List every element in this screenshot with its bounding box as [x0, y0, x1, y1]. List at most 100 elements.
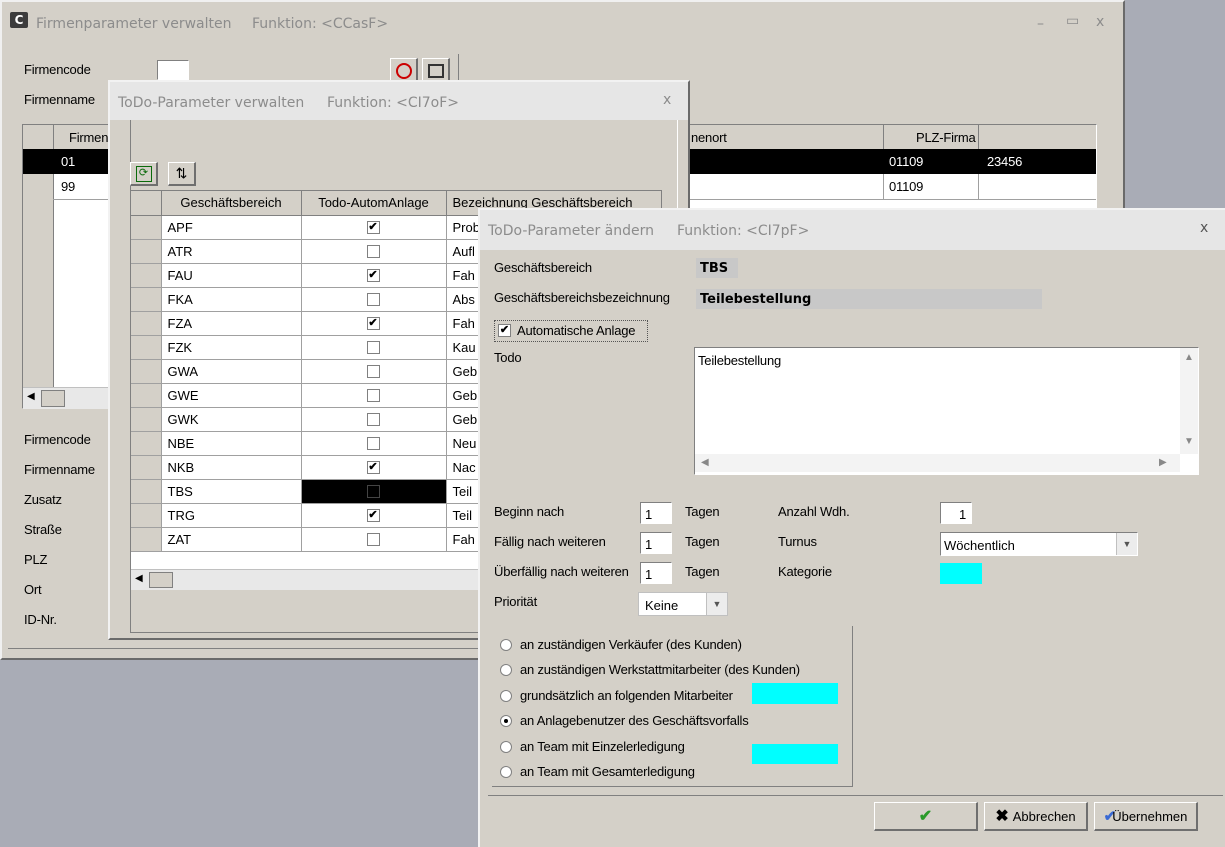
radio-button-icon[interactable] — [500, 740, 512, 753]
todo-autom-cell[interactable] — [301, 407, 447, 432]
row-indicator[interactable] — [131, 335, 162, 360]
minimize-icon[interactable]: – — [1037, 16, 1044, 32]
col-ort-header[interactable]: nenort — [691, 130, 727, 145]
recipient-radio-option[interactable]: an zuständigen Werkstattmitarbeiter (des… — [500, 661, 800, 679]
horizontal-scrollbar[interactable]: ◀ ▶ — [695, 454, 1180, 472]
geschaeftsbereich-cell: TRG — [161, 503, 302, 528]
todo-autom-checkbox[interactable] — [366, 340, 380, 354]
beginn-input[interactable]: 1 — [640, 502, 672, 524]
row-indicator[interactable] — [131, 407, 162, 432]
todo-autom-cell[interactable] — [301, 527, 447, 552]
todo-autom-checkbox[interactable]: ✔ — [366, 268, 380, 282]
firmencode-input[interactable] — [157, 60, 189, 80]
radio-button-icon[interactable] — [500, 766, 512, 778]
col-firma-header[interactable]: Firmen — [69, 130, 108, 145]
scroll-left-icon[interactable]: ◀ — [701, 457, 709, 468]
row-indicator[interactable] — [131, 359, 162, 384]
col-geschaeftsbereich-header[interactable]: Geschäftsbereich — [161, 191, 302, 216]
close-icon[interactable]: x — [1200, 220, 1208, 236]
close-icon[interactable]: x — [663, 92, 671, 108]
todo-autom-cell[interactable]: ✔ — [301, 215, 447, 240]
todo-autom-checkbox[interactable]: ✔ — [366, 508, 380, 522]
todo-autom-cell[interactable] — [301, 359, 447, 384]
scroll-right-icon[interactable]: ▶ — [1159, 457, 1167, 468]
automatische-anlage-checkbox[interactable]: ✔ Automatische Anlage — [494, 320, 648, 342]
vertical-scrollbar[interactable]: ▲ ▼ — [1180, 348, 1198, 454]
prioritaet-select[interactable]: Keine ▼ — [638, 592, 728, 616]
todo-autom-checkbox[interactable]: ✔ — [366, 316, 380, 330]
recipient-radio-option[interactable]: an Anlagebenutzer des Geschäftsvorfalls — [500, 712, 750, 730]
turnus-select[interactable]: Wöchentlich ▼ — [940, 532, 1138, 556]
close-icon[interactable]: x — [1096, 14, 1104, 30]
scroll-thumb[interactable] — [149, 572, 173, 588]
radio-button-icon[interactable] — [500, 715, 512, 728]
todo-autom-checkbox[interactable] — [366, 484, 380, 498]
todo-autom-cell[interactable]: ✔ — [301, 263, 447, 288]
todo-autom-checkbox[interactable] — [366, 532, 380, 546]
row-indicator[interactable] — [131, 239, 162, 264]
todo-autom-cell[interactable]: ✔ — [301, 455, 447, 480]
recipient-radio-option[interactable]: an Team mit Gesamterledigung — [500, 763, 750, 781]
todo-autom-cell[interactable] — [301, 431, 447, 456]
sort-button[interactable]: ⇅ — [168, 162, 196, 186]
todo-autom-checkbox[interactable] — [366, 388, 380, 402]
apply-label: Übernehmen — [1112, 808, 1188, 824]
todo-autom-checkbox[interactable] — [366, 364, 380, 378]
faellig-input[interactable]: 1 — [640, 532, 672, 554]
row-indicator[interactable] — [131, 527, 162, 552]
automatische-anlage-check-icon: ✔ — [498, 324, 511, 337]
maximize-icon[interactable]: ▭ — [1066, 13, 1079, 29]
row-indicator[interactable] — [131, 263, 162, 288]
radio-button-icon[interactable] — [500, 664, 512, 677]
app-logo-icon: C — [10, 12, 28, 28]
ok-button[interactable]: ✔ — [874, 802, 978, 831]
todo-autom-cell[interactable] — [301, 383, 447, 408]
col-todo-autom-header[interactable]: Todo-AutomAnlage — [301, 191, 447, 216]
row-indicator[interactable] — [131, 287, 162, 312]
geschaeftsbereich-cell: FAU — [161, 263, 302, 288]
geschaeftsbereich-label: Geschäftsbereich — [494, 260, 592, 275]
cancel-button[interactable]: ✖ Abbrechen — [984, 802, 1088, 831]
mitarbeiter-field[interactable] — [752, 683, 838, 704]
apply-button[interactable]: ✔ Übernehmen — [1094, 802, 1198, 831]
ueberfaellig-input[interactable]: 1 — [640, 562, 672, 584]
scroll-left-icon[interactable]: ◀ — [27, 391, 35, 402]
kategorie-field[interactable] — [940, 563, 982, 584]
radio-button-icon[interactable] — [500, 639, 512, 651]
scroll-thumb[interactable] — [41, 390, 65, 407]
todo-autom-checkbox[interactable] — [366, 292, 380, 306]
scroll-down-icon[interactable]: ▼ — [1184, 436, 1194, 447]
col-plz-header[interactable]: PLZ-Firma — [916, 130, 976, 145]
row-indicator[interactable] — [131, 455, 162, 480]
todo-autom-cell[interactable] — [301, 239, 447, 264]
row-indicator[interactable] — [131, 503, 162, 528]
todo-autom-cell[interactable] — [301, 287, 447, 312]
anzahl-input[interactable]: 1 — [940, 502, 972, 524]
todo-autom-cell[interactable] — [301, 479, 447, 504]
todo-autom-checkbox[interactable] — [366, 244, 380, 258]
recipient-radio-option[interactable]: an zuständigen Verkäufer (des Kunden) — [500, 636, 750, 654]
todo-autom-checkbox[interactable] — [366, 412, 380, 426]
radio-button-icon[interactable] — [500, 689, 512, 702]
scroll-up-icon[interactable]: ▲ — [1184, 352, 1194, 363]
todo-textarea[interactable]: Teilebestellung ▲ ▼ ◀ ▶ — [694, 347, 1199, 475]
firm-grid-indicator — [23, 149, 54, 387]
row-indicator[interactable] — [131, 431, 162, 456]
chevron-down-icon[interactable]: ▼ — [706, 593, 727, 615]
team-field[interactable] — [752, 744, 838, 764]
chevron-down-icon[interactable]: ▼ — [1116, 533, 1137, 555]
row-indicator[interactable] — [131, 311, 162, 336]
row-indicator[interactable] — [131, 215, 162, 240]
row-indicator[interactable] — [131, 383, 162, 408]
scroll-left-icon[interactable]: ◀ — [135, 573, 143, 584]
row-indicator[interactable] — [131, 479, 162, 504]
todo-autom-cell[interactable] — [301, 335, 447, 360]
todo-autom-cell[interactable]: ✔ — [301, 503, 447, 528]
todo-autom-checkbox[interactable] — [366, 436, 380, 450]
recipient-radio-option[interactable]: an Team mit Einzelerledigung — [500, 738, 750, 756]
recipient-radio-option[interactable]: grundsätzlich an folgenden Mitarbeiter — [500, 687, 750, 705]
todo-autom-checkbox[interactable]: ✔ — [366, 220, 380, 234]
refresh-button[interactable]: ⟳ — [130, 162, 158, 186]
todo-autom-checkbox[interactable]: ✔ — [366, 460, 380, 474]
todo-autom-cell[interactable]: ✔ — [301, 311, 447, 336]
